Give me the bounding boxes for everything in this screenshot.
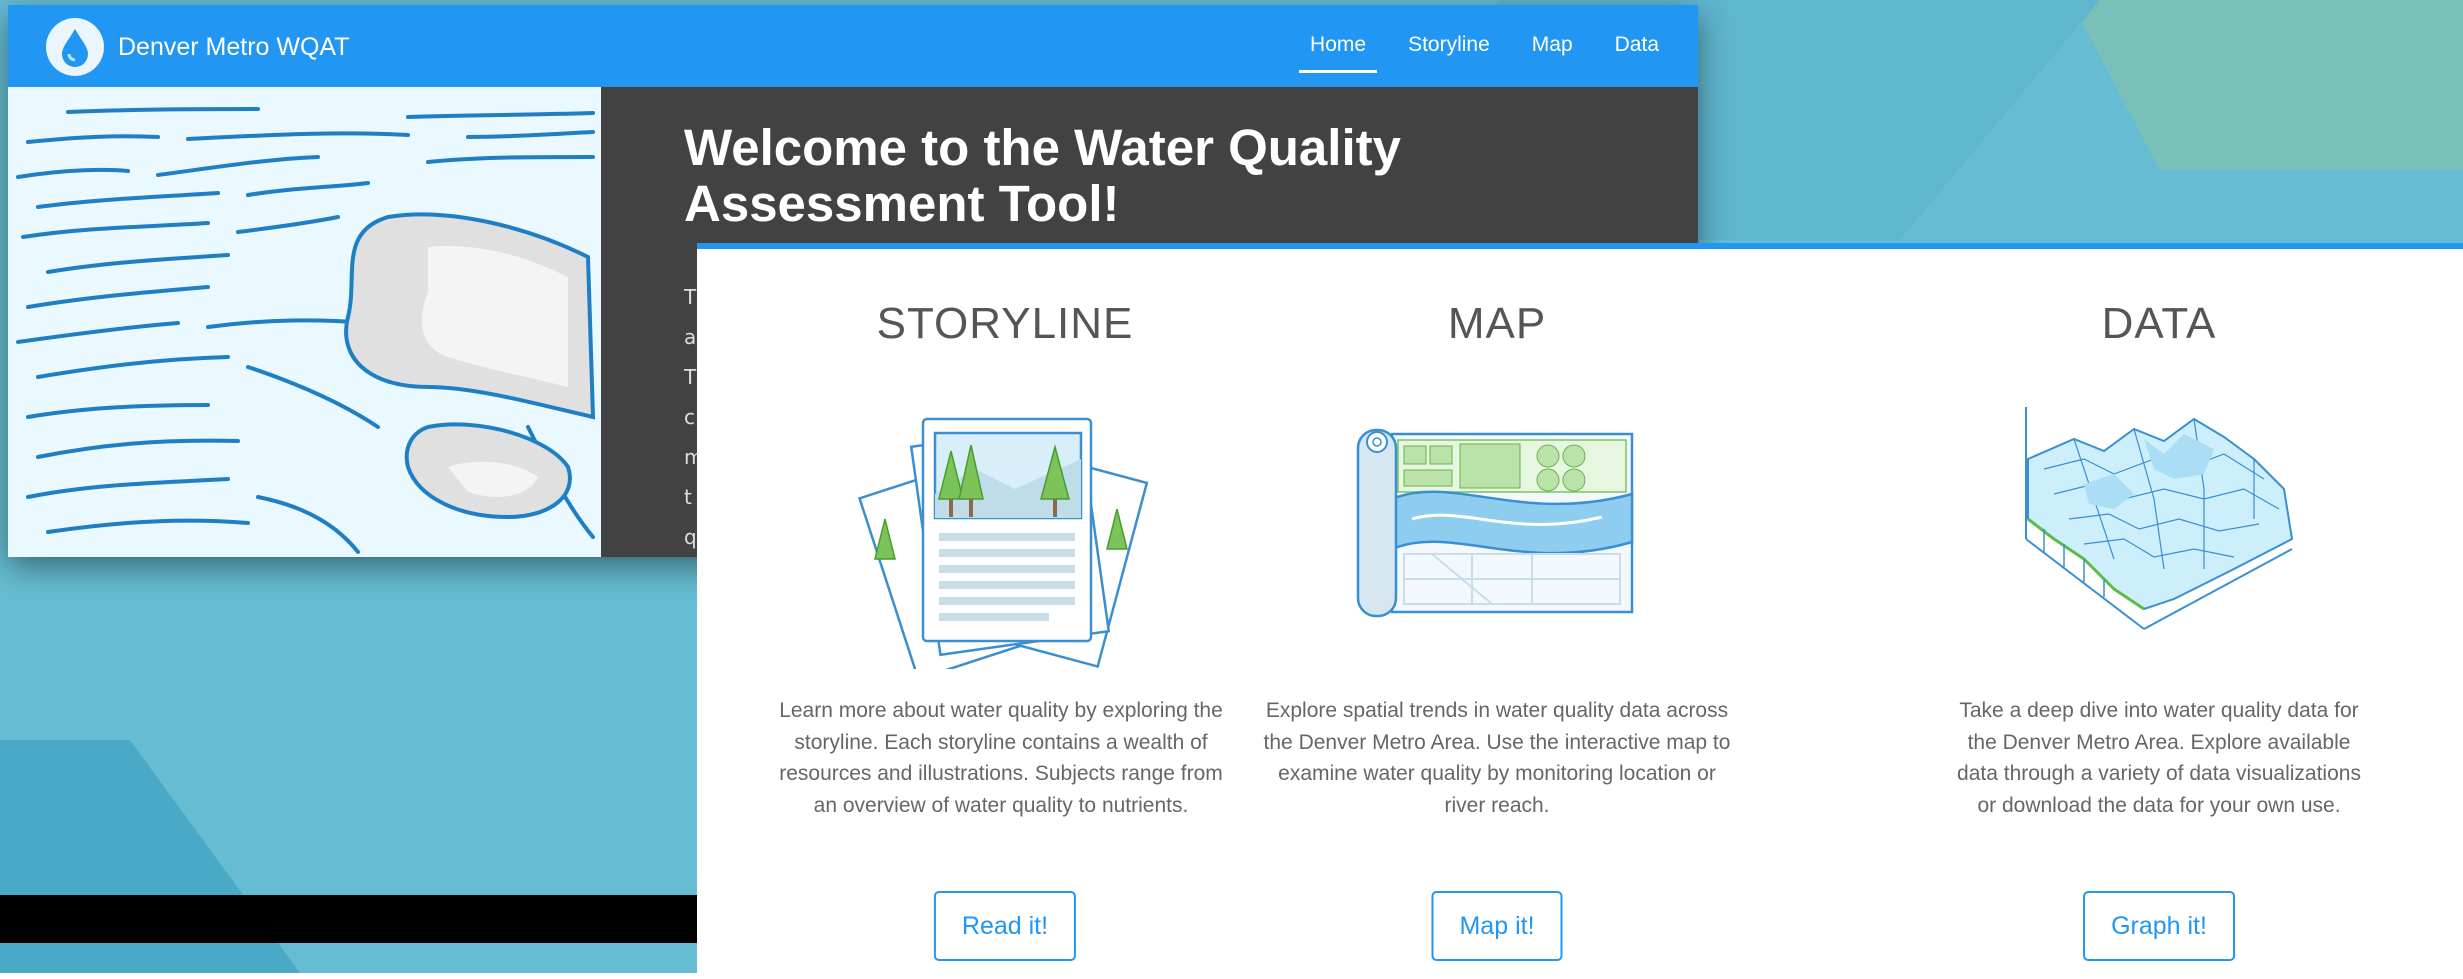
water-drop-logo-icon — [46, 18, 104, 76]
nav-storyline[interactable]: Storyline — [1387, 5, 1511, 87]
data-description: Take a deep dive into water quality data… — [1957, 699, 2361, 817]
water-flow-illustration — [8, 87, 601, 557]
nav-map[interactable]: Map — [1511, 5, 1594, 87]
map-title: MAP — [1447, 299, 1547, 348]
newspaper-icon — [855, 399, 1155, 681]
window-tab-highlight — [697, 243, 1315, 249]
navbar: Denver Metro WQAT Home Storyline Map Dat… — [8, 5, 1698, 87]
3d-surface-chart-icon — [2014, 399, 2304, 643]
nav-data[interactable]: Data — [1594, 5, 1680, 87]
black-bar — [0, 895, 700, 943]
map-it-button[interactable]: Map it! — [1431, 891, 1563, 961]
map-scroll-icon — [1352, 414, 1642, 628]
brand-text: Denver Metro WQAT — [118, 32, 350, 61]
features-window: STORYLINE Learn more about water quality… — [697, 243, 2463, 979]
storyline-description: Learn more about water quality by explor… — [779, 699, 1223, 817]
brand[interactable]: Denver Metro WQAT — [46, 18, 350, 76]
hero-title: Welcome to the Water Quality Assessment … — [684, 119, 1401, 232]
graph-it-button[interactable]: Graph it! — [2083, 891, 2235, 961]
storyline-title: STORYLINE — [876, 299, 1134, 348]
hero-heading-container: Welcome to the Water Quality Assessment … — [684, 120, 1684, 232]
nav-home[interactable]: Home — [1289, 5, 1387, 87]
map-description: Explore spatial trends in water quality … — [1263, 699, 1731, 817]
data-title: DATA — [2101, 299, 2217, 348]
read-it-button[interactable]: Read it! — [933, 891, 1077, 961]
nav-links: Home Storyline Map Data — [1289, 5, 1680, 87]
